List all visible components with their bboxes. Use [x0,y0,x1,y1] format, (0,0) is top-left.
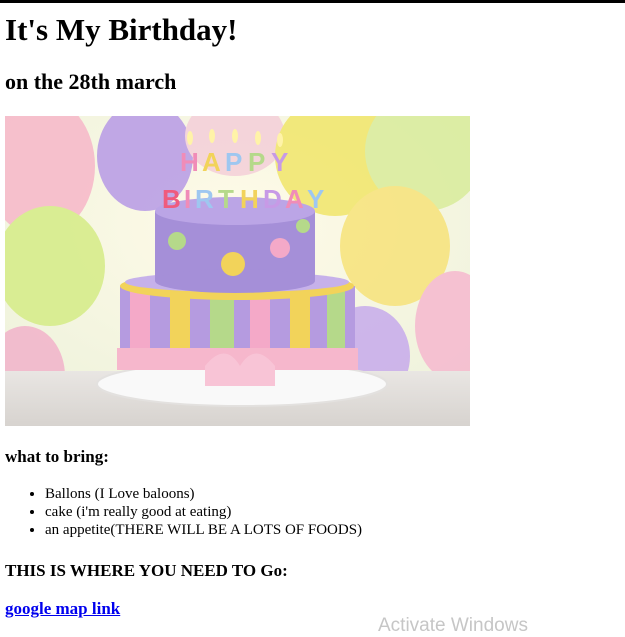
list-item: an appetite(THERE WILL BE A LOTS OF FOOD… [45,521,362,539]
birthday-cake-image: H A P P Y B I R T H D A Y [5,116,470,426]
svg-text:B: B [162,184,181,214]
bring-list: Ballons (I Love baloons) cake (i'm reall… [5,485,362,539]
google-map-link[interactable]: google map link [5,599,120,619]
svg-text:R: R [195,184,214,214]
page-title: It's My Birthday! [5,12,238,47]
page-subtitle: on the 28th march [5,69,177,94]
svg-text:A: A [285,184,304,214]
svg-text:Y: Y [307,184,324,214]
svg-text:A: A [202,147,221,177]
svg-text:P: P [225,147,242,177]
svg-text:T: T [218,184,234,214]
bring-heading: what to bring: [5,447,109,466]
list-item: cake (i'm really good at eating) [45,503,362,521]
svg-text:Y: Y [271,147,288,177]
svg-text:H: H [180,147,199,177]
svg-text:P: P [248,147,265,177]
svg-text:H: H [240,184,259,214]
list-item: Ballons (I Love baloons) [45,485,362,503]
location-heading: THIS IS WHERE YOU NEED TO Go: [5,561,288,580]
svg-text:D: D [263,184,282,214]
activate-windows-watermark: Activate Windows [378,615,528,636]
svg-text:I: I [184,184,191,214]
top-border [0,0,625,3]
